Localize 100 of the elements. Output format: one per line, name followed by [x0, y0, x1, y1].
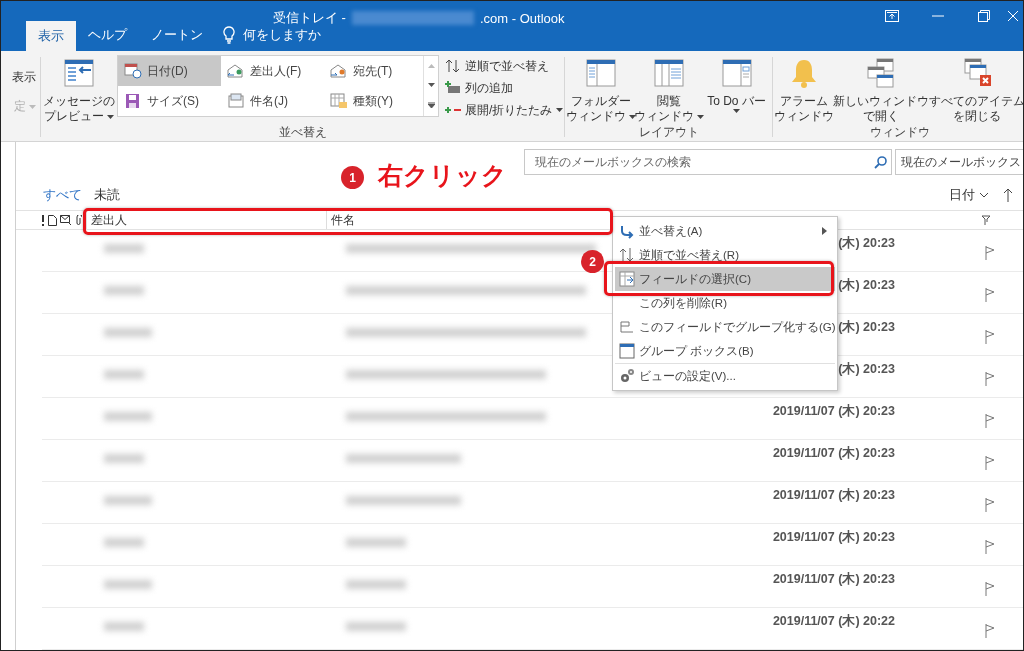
filter-tab[interactable]: 未読: [94, 186, 120, 210]
window-button[interactable]: アラーム ウィンドウ: [774, 57, 833, 124]
arrangement-option[interactable]: 日付(D): [118, 56, 221, 86]
redacted-sender: [104, 580, 152, 589]
ribbon-tab[interactable]: ヘルプ: [76, 19, 139, 51]
search-field[interactable]: 現在のメールボックスの検索: [524, 149, 892, 175]
gears-icon: [619, 368, 635, 384]
ribbon-command[interactable]: 表示: [12, 69, 36, 86]
caret-icon: [29, 104, 36, 109]
caret-icon: [556, 108, 564, 112]
ribbon-command[interactable]: 列の追加: [445, 79, 564, 97]
search-scope-dropdown[interactable]: 現在のメールボックス: [895, 149, 1023, 175]
document-icon: [48, 214, 57, 226]
ribbon-command[interactable]: 展開/折りたたみ: [445, 101, 564, 119]
menu-item[interactable]: この列を削除(R): [615, 291, 835, 315]
preview-pane-icon: [63, 57, 95, 89]
group-field-icon: [619, 319, 635, 335]
group-label: レイアウト: [637, 124, 700, 141]
calendar-envelope-icon: [330, 93, 348, 109]
redacted-sender: [104, 454, 144, 463]
arrangement-option[interactable]: 差出人(F): [221, 56, 324, 86]
annotation-text: 右クリック: [378, 160, 507, 191]
flag-icon[interactable]: [985, 372, 995, 386]
received-date: 2019/11/07 (木) 20:23: [772, 487, 895, 504]
lightbulb-icon: [223, 26, 235, 44]
ribbon-tab[interactable]: ノートン: [139, 19, 215, 51]
filter-tab[interactable]: すべて: [43, 186, 82, 210]
flag-icon[interactable]: [985, 540, 995, 554]
sort-direction-icon[interactable]: [1003, 188, 1013, 202]
step-number: 2: [581, 250, 604, 273]
tell-me-field[interactable]: 何をしますか: [243, 26, 321, 44]
arrangement-option[interactable]: サイズ(S): [118, 86, 221, 116]
close-icon[interactable]: [1007, 10, 1019, 22]
envelope-icon: [227, 93, 245, 109]
curved-arrow-icon: [619, 223, 635, 239]
flag-header-icon[interactable]: [981, 214, 991, 226]
menu-item[interactable]: フィールドの選択(C): [615, 267, 835, 291]
step-number: 1: [341, 166, 364, 189]
caret-icon: [107, 114, 114, 119]
calendar-clock-icon: [124, 63, 142, 79]
window-icon: [619, 343, 635, 359]
menu-item[interactable]: グループ ボックス(B): [615, 339, 835, 363]
received-date: 2019/11/07 (木) 20:23: [772, 571, 895, 588]
flag-icon[interactable]: [985, 456, 995, 470]
arrangement-option[interactable]: 種類(Y): [324, 86, 423, 116]
windows-icon: [864, 57, 897, 89]
group-label: ウィンドウ: [868, 124, 931, 141]
ribbon-command[interactable]: 逆順で並べ替え: [445, 57, 564, 75]
received-date: (木) 20:23: [838, 235, 895, 252]
flag-icon[interactable]: [985, 330, 995, 344]
layout-button[interactable]: To Do バー: [702, 57, 771, 124]
sort-arrows-icon: [619, 247, 635, 263]
received-date: (木) 20:23: [838, 277, 895, 294]
sort-arrows-icon: [445, 59, 461, 73]
flag-icon[interactable]: [985, 288, 995, 302]
flag-icon[interactable]: [985, 246, 995, 260]
submenu-arrow-icon: [822, 227, 827, 235]
envelope-icon: [60, 214, 72, 226]
column-header[interactable]: 差出人: [86, 211, 326, 229]
flag-icon[interactable]: [985, 624, 995, 638]
caret-icon: [628, 114, 636, 119]
more-icon[interactable]: [427, 102, 435, 109]
redacted-sender: [104, 286, 144, 295]
restore-icon[interactable]: [978, 10, 990, 22]
menu-item[interactable]: このフィールドでグループ化する(G): [615, 315, 835, 339]
sort-button[interactable]: 日付: [949, 186, 989, 204]
window-button[interactable]: すべてのアイテム を閉じる: [928, 57, 1023, 124]
scroll-down-icon[interactable]: [427, 83, 435, 87]
redacted-sender: [104, 328, 152, 337]
caret-icon: [696, 114, 704, 119]
received-date: 2019/11/07 (木) 20:23: [772, 403, 895, 420]
layout-button[interactable]: 閲覧 ウィンドウ: [634, 57, 703, 124]
window-title: 受信トレイ -: [273, 9, 346, 27]
redacted-subject: [346, 580, 406, 589]
importance-icon: [41, 214, 45, 226]
arrangement-option[interactable]: 件名(J): [221, 86, 324, 116]
received-date: 2019/11/07 (木) 20:23: [772, 529, 895, 546]
redacted-sender: [104, 412, 152, 421]
flag-icon[interactable]: [985, 414, 995, 428]
add-column-icon: [445, 81, 461, 95]
flag-icon[interactable]: [985, 498, 995, 512]
redacted-subject: [346, 622, 406, 631]
received-date: (木) 20:23: [838, 319, 895, 336]
ribbon-display-icon[interactable]: [885, 10, 899, 22]
flag-icon[interactable]: [985, 582, 995, 596]
arrangement-option[interactable]: 宛先(T): [324, 56, 423, 86]
redacted-sender: [104, 496, 152, 505]
search-icon[interactable]: [874, 156, 887, 169]
received-date: (木) 20:23: [838, 361, 895, 378]
envelope-person-icon: [227, 63, 245, 79]
redacted-sender: [104, 622, 144, 631]
redacted-sender: [104, 370, 144, 379]
message-preview-button[interactable]: メッセージの プレビュー: [41, 57, 117, 124]
layout-button[interactable]: フォルダー ウィンドウ: [566, 57, 635, 124]
menu-item[interactable]: 逆順で並べ替え(R): [615, 243, 835, 267]
redacted-sender: [104, 538, 144, 547]
window-button[interactable]: 新しいウィンドウ で開く: [832, 57, 929, 124]
chevron-down-icon: [979, 192, 989, 198]
menu-item[interactable]: ビューの設定(V)...: [615, 363, 835, 388]
ribbon-tab[interactable]: 表示: [26, 21, 76, 51]
